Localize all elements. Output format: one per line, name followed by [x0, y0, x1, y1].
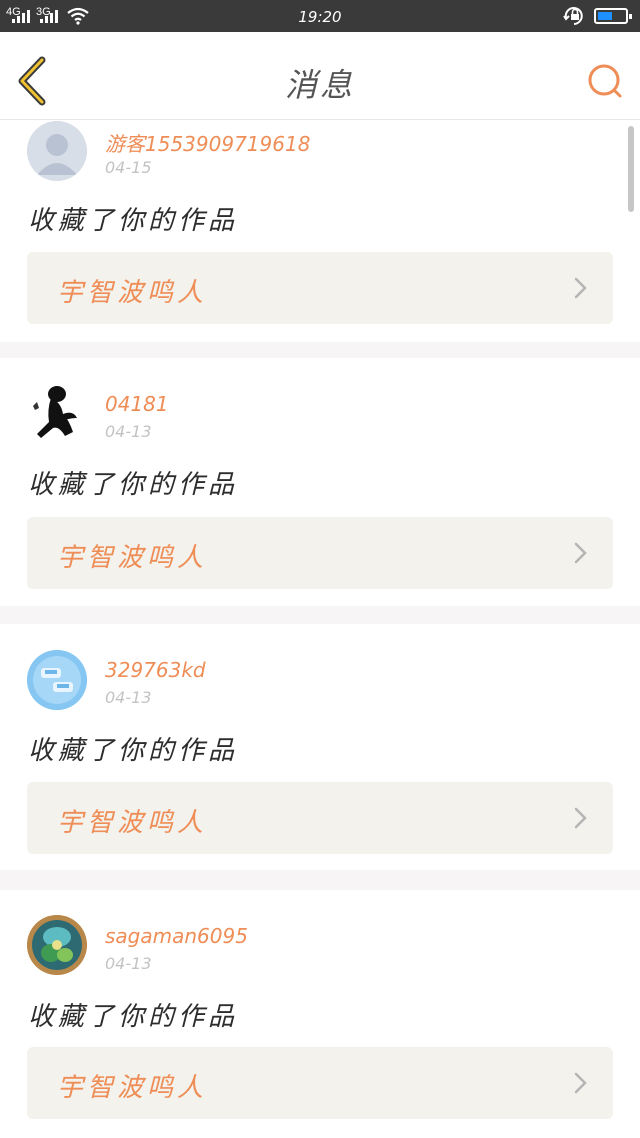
- divider: [0, 342, 640, 358]
- avatar[interactable]: [27, 650, 87, 710]
- username[interactable]: 329763kd: [105, 658, 206, 682]
- action-text: 收藏了你的作品: [28, 470, 239, 500]
- silhouette-avatar: [27, 384, 87, 444]
- chevron-right-icon: [574, 277, 587, 299]
- message-list[interactable]: 游客1553909719618 04-15 收藏了你的作品 宇智波鸣人 0418…: [0, 120, 640, 1138]
- message-card: 329763kd 04-13 收藏了你的作品 宇智波鸣人: [0, 624, 640, 854]
- battery-level: [598, 12, 612, 20]
- game-character-avatar: [27, 915, 87, 975]
- divider: [0, 870, 640, 890]
- avatar[interactable]: [27, 915, 87, 975]
- default-avatar-icon: [27, 121, 87, 181]
- message-date: 04-15: [105, 158, 152, 177]
- work-title: 宇智波鸣人: [57, 278, 208, 308]
- scrollbar[interactable]: [628, 126, 634, 212]
- battery-icon: [594, 8, 632, 24]
- username[interactable]: 04181: [105, 392, 169, 416]
- status-bar: 4G 3G 19:20: [0, 0, 640, 32]
- avatar[interactable]: [27, 384, 87, 444]
- action-text: 收藏了你的作品: [28, 206, 239, 236]
- message-card: 游客1553909719618 04-15 收藏了你的作品 宇智波鸣人: [0, 120, 640, 342]
- username[interactable]: sagaman6095: [105, 924, 248, 948]
- blue-badge-avatar: [27, 650, 87, 710]
- chevron-right-icon: [574, 807, 587, 829]
- avatar[interactable]: [27, 121, 87, 181]
- work-title: 宇智波鸣人: [57, 808, 208, 838]
- work-link[interactable]: 宇智波鸣人: [27, 517, 613, 589]
- message-card: sagaman6095 04-13 收藏了你的作品 宇智波鸣人: [0, 890, 640, 1119]
- message-date: 04-13: [105, 688, 152, 707]
- message-card: 04181 04-13 收藏了你的作品 宇智波鸣人: [0, 358, 640, 589]
- action-text: 收藏了你的作品: [28, 736, 239, 766]
- message-date: 04-13: [105, 422, 152, 441]
- search-button[interactable]: [584, 60, 626, 102]
- chevron-right-icon: [574, 1072, 587, 1094]
- work-title: 宇智波鸣人: [57, 1073, 208, 1103]
- work-title: 宇智波鸣人: [57, 543, 208, 573]
- nav-bar: 消息: [0, 32, 640, 120]
- work-link[interactable]: 宇智波鸣人: [27, 252, 613, 324]
- message-date: 04-13: [105, 954, 152, 973]
- rotation-lock-icon: [563, 7, 583, 25]
- action-text: 收藏了你的作品: [28, 1002, 239, 1032]
- page-title: 消息: [284, 66, 355, 104]
- work-link[interactable]: 宇智波鸣人: [27, 1047, 613, 1119]
- status-time: 19:20: [298, 8, 342, 26]
- chevron-right-icon: [574, 542, 587, 564]
- divider: [0, 606, 640, 624]
- search-icon: [588, 64, 622, 98]
- username[interactable]: 游客1553909719618: [105, 128, 310, 157]
- work-link[interactable]: 宇智波鸣人: [27, 782, 613, 854]
